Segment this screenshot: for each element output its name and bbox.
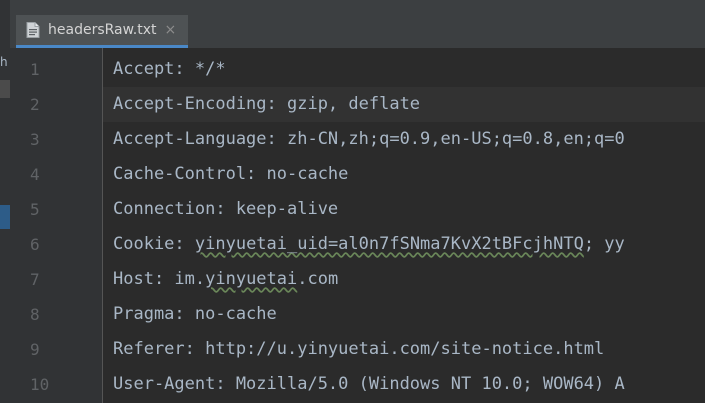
line-text[interactable]: Accept: */* <box>103 52 705 87</box>
line-text[interactable]: Host: im.yinyuetai.com <box>103 262 705 297</box>
line-text-suffix: .com <box>297 269 339 289</box>
line-text[interactable]: Referer: http://u.yinyuetai.com/site-not… <box>103 332 705 367</box>
line-number: 3 <box>30 130 40 149</box>
line-number: 4 <box>30 165 40 184</box>
line-number: 10 <box>30 375 50 394</box>
editor-tab-bar: headersRaw.txt × <box>10 0 705 49</box>
line-text[interactable]: Cache-Control: no-cache <box>103 157 705 192</box>
line-number: 9 <box>30 340 40 359</box>
code-line: 5 Connection: keep-alive <box>0 192 705 227</box>
line-text-suffix: ; yy <box>583 234 625 254</box>
editor-tab[interactable]: headersRaw.txt × <box>16 15 188 48</box>
code-line: 10 User-Agent: Mozilla/5.0 (Windows NT 10… <box>0 367 705 402</box>
line-number: 2 <box>30 95 40 114</box>
spellcheck-underlined-text: yinyuetai <box>205 269 298 289</box>
line-text-prefix: Host: im. <box>113 269 206 289</box>
line-text[interactable]: Pragma: no-cache <box>103 297 705 332</box>
line-text[interactable]: Cookie: yinyuetai_uid=al0n7fSNma7KvX2tBF… <box>103 227 705 262</box>
code-line: 1 Accept: */* <box>0 52 705 87</box>
line-text[interactable]: User-Agent: Mozilla/5.0 (Windows NT 10.0… <box>103 367 705 402</box>
line-text[interactable]: Connection: keep-alive <box>103 192 705 227</box>
line-text[interactable]: Accept-Language: zh-CN,zh;q=0.9,en-US;q=… <box>103 122 705 157</box>
line-number: 6 <box>30 235 40 254</box>
code-line: 7 Host: im.yinyuetai.com <box>0 262 705 297</box>
code-line: 6 Cookie: yinyuetai_uid=al0n7fSNma7KvX2tB… <box>0 227 705 262</box>
line-number: 5 <box>30 200 40 219</box>
tab-label: headersRaw.txt <box>48 22 157 38</box>
text-file-icon <box>26 22 40 38</box>
close-icon[interactable]: × <box>165 22 177 38</box>
code-line: 2 Accept-Encoding: gzip, deflate <box>0 87 705 122</box>
line-number: 1 <box>30 60 40 79</box>
line-number: 8 <box>30 305 40 324</box>
code-line: 4 Cache-Control: no-cache <box>0 157 705 192</box>
code-line: 3 Accept-Language: zh-CN,zh;q=0.9,en-US;q… <box>0 122 705 157</box>
line-number: 7 <box>30 270 40 289</box>
line-text[interactable]: Accept-Encoding: gzip, deflate <box>103 87 705 122</box>
line-text-prefix: Cookie: <box>113 234 195 254</box>
spellcheck-underlined-text: yinyuetai_uid=al0n7fSNma7KvX2tBFcjhNTQ <box>194 234 584 254</box>
code-line: 8 Pragma: no-cache <box>0 297 705 332</box>
code-line: 9 Referer: http://u.yinyuetai.com/site-no… <box>0 332 705 367</box>
